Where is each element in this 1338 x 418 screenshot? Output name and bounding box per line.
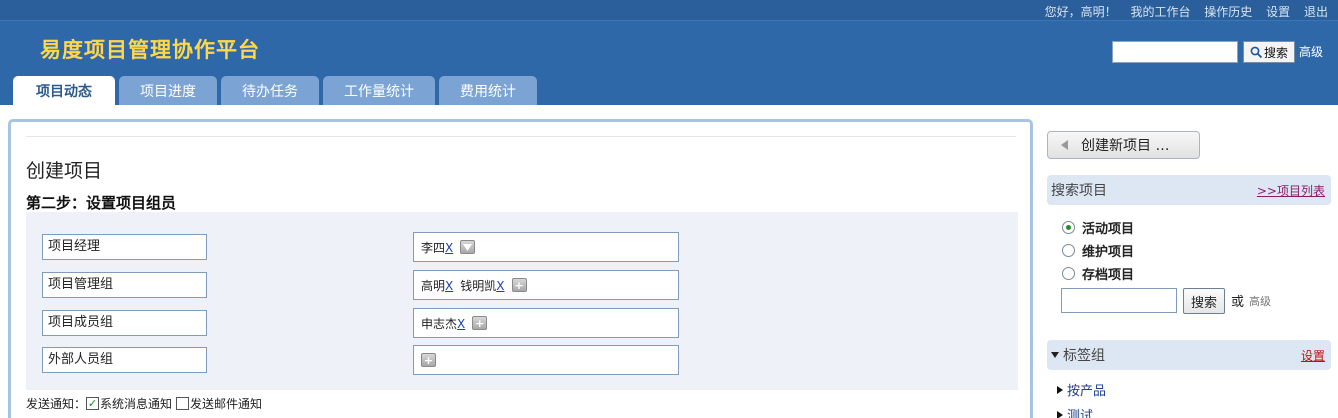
add-icon[interactable]: + bbox=[472, 316, 488, 330]
create-project-button[interactable]: 创建新项目 … bbox=[1047, 131, 1200, 159]
member-chip: 高明X bbox=[421, 277, 453, 294]
link-operation-history[interactable]: 操作历史 bbox=[1204, 5, 1252, 19]
tab-project-activity[interactable]: 项目动态 bbox=[13, 76, 115, 105]
tag-item-test[interactable]: 测试 bbox=[1057, 405, 1093, 418]
header-search-button-label: 搜索 bbox=[1263, 45, 1288, 60]
tab-workload-stats[interactable]: 工作量统计 bbox=[323, 76, 435, 105]
email-notify-option[interactable]: 发送邮件通知 bbox=[176, 395, 262, 412]
left-arrow-icon bbox=[1061, 140, 1068, 150]
link-settings[interactable]: 设置 bbox=[1266, 5, 1290, 19]
radio-label: 存档项目 bbox=[1082, 268, 1135, 283]
email-notify-label: 发送邮件通知 bbox=[190, 397, 263, 411]
create-project-label: 创建新项目 … bbox=[1081, 138, 1170, 154]
tag-item-by-product[interactable]: 按产品 bbox=[1057, 380, 1106, 399]
sidebar-search-button[interactable]: 搜索 bbox=[1183, 288, 1225, 314]
search-projects-header: 搜索项目 >>项目列表 bbox=[1047, 175, 1331, 205]
remove-member-link[interactable]: X bbox=[445, 279, 453, 293]
system-notify-label: 系统消息通知 bbox=[100, 397, 173, 411]
add-icon[interactable]: + bbox=[421, 353, 436, 367]
notify-label: 发送通知： bbox=[26, 397, 87, 411]
remove-member-link[interactable]: X bbox=[496, 279, 504, 293]
expand-arrow-icon bbox=[1057, 385, 1063, 394]
dropdown-icon[interactable] bbox=[460, 240, 476, 254]
radio-label: 维护项目 bbox=[1082, 245, 1135, 260]
role-label-management-group: 项目管理组 bbox=[42, 272, 207, 298]
member-name: 钱明凯 bbox=[460, 278, 497, 293]
radio-label: 活动项目 bbox=[1082, 222, 1135, 237]
remove-member-link[interactable]: X bbox=[457, 317, 465, 331]
link-logout[interactable]: 退出 bbox=[1304, 5, 1328, 19]
notify-options: 发送通知： ✓ 系统消息通知 发送邮件通知 bbox=[26, 395, 266, 412]
expand-arrow-icon bbox=[1057, 410, 1063, 418]
remove-member-link[interactable]: X bbox=[445, 241, 453, 255]
main-tabs: 项目动态 项目进度 待办任务 工作量统计 费用统计 bbox=[13, 76, 541, 105]
tag-group-header: 标签组 设置 bbox=[1047, 340, 1331, 370]
header-advanced-search-link[interactable]: 高级 bbox=[1299, 43, 1323, 60]
system-notify-option[interactable]: ✓ 系统消息通知 bbox=[86, 395, 172, 412]
search-icon bbox=[1250, 46, 1263, 58]
role-label-external-group: 外部人员组 bbox=[42, 347, 207, 373]
member-form: 项目经理 李四X 项目管理组 高明X 钱明凯X + 项目成员组 申志杰X + 外… bbox=[26, 212, 1018, 390]
role-members-member-group: 申志杰X + bbox=[413, 308, 679, 338]
page-title: 创建项目 bbox=[26, 160, 103, 182]
tag-group-title-wrap[interactable]: 标签组 bbox=[1051, 345, 1105, 365]
add-icon[interactable]: + bbox=[511, 278, 527, 292]
tab-project-progress[interactable]: 项目进度 bbox=[119, 76, 217, 105]
link-my-workbench[interactable]: 我的工作台 bbox=[1130, 5, 1190, 19]
main-panel: 创建项目 第二步：设置项目组员 项目经理 李四X 项目管理组 高明X 钱明凯X … bbox=[8, 119, 1033, 418]
radio-selected-icon[interactable] bbox=[1062, 221, 1075, 234]
radio-active-projects[interactable]: 活动项目 bbox=[1062, 218, 1134, 237]
header-search-input[interactable] bbox=[1112, 41, 1238, 63]
project-list-link[interactable]: >>项目列表 bbox=[1257, 182, 1325, 199]
radio-maintenance-projects[interactable]: 维护项目 bbox=[1062, 241, 1134, 260]
app-header: 您好，高明！ 我的工作台 操作历史 设置 退出 易度项目管理协作平台 搜索 高级… bbox=[0, 0, 1338, 105]
sidebar-advanced-link[interactable]: 高级 bbox=[1249, 293, 1271, 309]
radio-archived-projects[interactable]: 存档项目 bbox=[1062, 264, 1134, 283]
member-chip: 申志杰X bbox=[421, 315, 465, 332]
step-title: 第二步：设置项目组员 bbox=[26, 194, 177, 212]
member-chip: 李四X bbox=[421, 239, 453, 256]
tab-cost-stats[interactable]: 费用统计 bbox=[439, 76, 537, 105]
header-search-button[interactable]: 搜索 bbox=[1243, 41, 1295, 63]
collapse-arrow-icon[interactable] bbox=[1051, 352, 1059, 358]
tag-settings-link[interactable]: 设置 bbox=[1301, 347, 1325, 364]
sidebar-search-input[interactable] bbox=[1061, 288, 1177, 313]
divider bbox=[26, 136, 1016, 137]
tag-item-label: 测试 bbox=[1067, 409, 1094, 418]
radio-unselected-icon[interactable] bbox=[1062, 244, 1075, 257]
radio-unselected-icon[interactable] bbox=[1062, 267, 1075, 280]
role-label-member-group: 项目成员组 bbox=[42, 310, 207, 336]
checkbox-unchecked-icon[interactable] bbox=[176, 397, 190, 410]
member-name: 李四 bbox=[421, 240, 446, 255]
top-links: 您好，高明！ 我的工作台 操作历史 设置 退出 bbox=[1045, 3, 1328, 20]
member-chip: 钱明凯X bbox=[460, 277, 504, 294]
tag-item-label: 按产品 bbox=[1067, 384, 1107, 399]
greeting-text: 您好，高明！ bbox=[1044, 5, 1117, 19]
brand-title: 易度项目管理协作平台 bbox=[40, 38, 260, 62]
role-members-external-group: + bbox=[413, 345, 679, 375]
member-name: 高明 bbox=[421, 278, 446, 293]
search-projects-title: 搜索项目 bbox=[1051, 183, 1107, 199]
member-name: 申志杰 bbox=[421, 316, 458, 331]
role-members-project-manager: 李四X bbox=[413, 232, 679, 262]
role-members-management-group: 高明X 钱明凯X + bbox=[413, 270, 679, 300]
tab-pending-tasks[interactable]: 待办任务 bbox=[221, 76, 319, 105]
checkbox-checked-icon[interactable]: ✓ bbox=[86, 397, 100, 410]
top-bar: 您好，高明！ 我的工作台 操作历史 设置 退出 bbox=[0, 0, 1338, 21]
or-text: 或 bbox=[1231, 295, 1245, 310]
tag-group-title: 标签组 bbox=[1063, 348, 1105, 364]
role-label-project-manager: 项目经理 bbox=[42, 234, 207, 260]
